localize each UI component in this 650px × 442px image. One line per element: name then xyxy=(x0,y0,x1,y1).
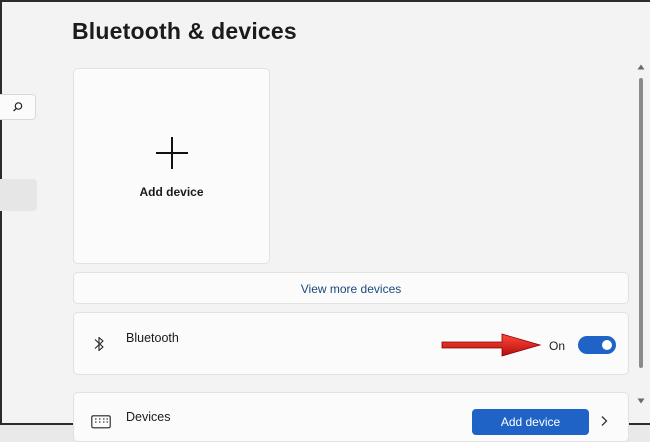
add-device-card-label: Add device xyxy=(139,185,204,199)
sidebar-search-box[interactable] xyxy=(0,94,36,120)
plus-icon xyxy=(156,137,188,169)
scroll-up-icon[interactable] xyxy=(637,64,645,70)
bluetooth-state-label: On xyxy=(549,339,566,353)
keyboard-icon xyxy=(91,415,111,429)
bluetooth-row: Bluetooth On xyxy=(73,312,629,375)
bluetooth-toggle[interactable] xyxy=(578,336,616,354)
add-device-button[interactable]: Add device xyxy=(472,409,589,435)
devices-row[interactable]: Devices Add device xyxy=(73,392,629,442)
view-more-devices-label: View more devices xyxy=(300,282,402,296)
vertical-scrollbar[interactable] xyxy=(636,64,646,404)
chevron-right-icon[interactable] xyxy=(600,415,608,427)
annotation-arrow-icon xyxy=(441,333,542,357)
view-more-devices-link[interactable]: View more devices xyxy=(73,272,629,304)
bluetooth-title: Bluetooth xyxy=(126,331,179,345)
bluetooth-icon xyxy=(94,336,104,352)
add-device-card[interactable]: Add device xyxy=(73,68,270,264)
sidebar-selected-item[interactable] xyxy=(0,179,37,211)
scroll-down-icon[interactable] xyxy=(637,398,645,404)
devices-title: Devices xyxy=(126,410,171,424)
scrollbar-thumb[interactable] xyxy=(639,78,643,368)
settings-window: Bluetooth & devices Add device View more… xyxy=(0,0,650,442)
search-icon xyxy=(13,102,23,112)
page-title: Bluetooth & devices xyxy=(72,18,297,44)
toggle-knob xyxy=(602,340,612,350)
